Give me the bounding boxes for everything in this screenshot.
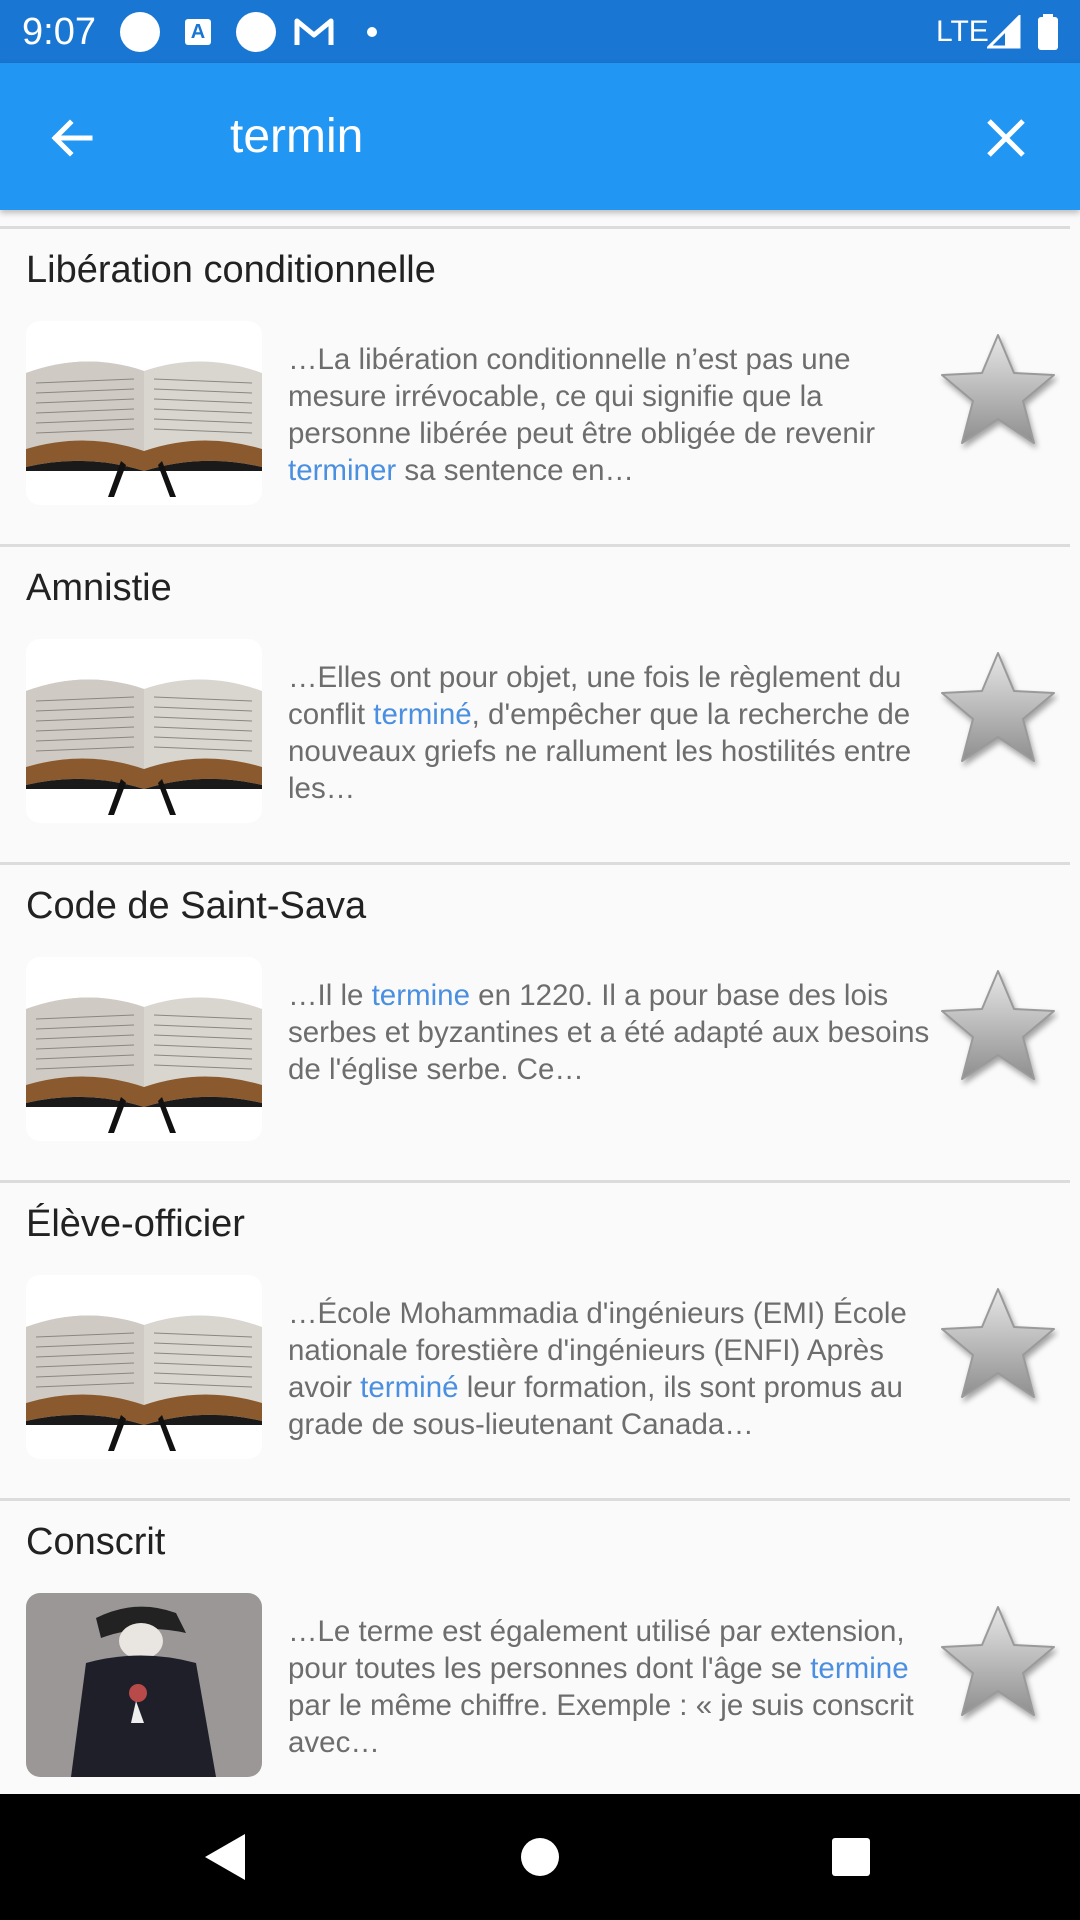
item-title: Élève-officier [26, 1203, 245, 1245]
nav-home-button[interactable] [507, 1824, 573, 1890]
dot-icon [366, 12, 378, 52]
clear-search-button[interactable] [974, 106, 1038, 170]
item-snippet: …Il le termine en 1220. Il a pour base d… [288, 979, 930, 1086]
highlight-term: terminé [360, 1371, 459, 1404]
network-type: LTE [936, 15, 989, 48]
highlight-term: terminé [373, 698, 472, 731]
nav-back-button[interactable] [192, 1824, 258, 1890]
battery-icon [1036, 12, 1060, 52]
favorite-star-icon[interactable] [936, 1283, 1060, 1407]
item-snippet: …École Mohammadia d'ingénieurs (EMI) Éco… [288, 1297, 907, 1441]
search-input[interactable]: termin [230, 107, 363, 167]
item-title: Conscrit [26, 1521, 166, 1563]
nav-recents-button[interactable] [818, 1824, 884, 1890]
a-notification-icon: A [182, 12, 214, 52]
person-thumbnail [26, 1593, 262, 1777]
back-triangle-icon [205, 1834, 245, 1880]
item-title: Code de Saint-Sava [26, 885, 367, 927]
highlight-term: termine [371, 979, 470, 1012]
status-bar: 9:07 A LTE [0, 0, 1080, 63]
system-nav-bar [0, 1794, 1080, 1920]
recents-square-icon [832, 1838, 870, 1876]
book-thumbnail [26, 639, 262, 823]
close-icon [987, 119, 1025, 157]
arrow-left-icon [51, 119, 93, 157]
list-item[interactable]: Conscrit …Le terme est également utilisé… [0, 1498, 1070, 1816]
item-title: Amnistie [26, 567, 172, 609]
favorite-star-icon[interactable] [936, 1601, 1060, 1725]
results-list: Libération conditionnelle …La libération… [0, 210, 1070, 1816]
item-snippet: …Elles ont pour objet, une fois le règle… [288, 661, 912, 805]
list-item[interactable]: Amnistie …Elles ont pour objet, une fois… [0, 544, 1070, 862]
item-snippet: …La libération conditionnelle n’est pas … [288, 343, 876, 487]
status-time: 9:07 [22, 11, 96, 53]
highlight-term: termine [810, 1652, 909, 1685]
notification-circle-icon [236, 12, 276, 52]
book-thumbnail [26, 321, 262, 505]
book-thumbnail [26, 1275, 262, 1459]
list-item[interactable]: Libération conditionnelle …La libération… [0, 226, 1070, 544]
home-circle-icon [521, 1838, 559, 1876]
notification-circle-icon [120, 12, 160, 52]
item-title: Libération conditionnelle [26, 249, 436, 291]
item-snippet: …Le terme est également utilisé par exte… [288, 1615, 914, 1759]
list-item[interactable]: Code de Saint-Sava …Il le termine en 122… [0, 862, 1070, 1180]
highlight-term: terminer [288, 454, 397, 487]
signal-icon [986, 12, 1022, 52]
favorite-star-icon[interactable] [936, 647, 1060, 771]
favorite-star-icon[interactable] [936, 965, 1060, 1089]
favorite-star-icon[interactable] [936, 329, 1060, 453]
app-bar: termin [0, 63, 1080, 210]
back-button[interactable] [40, 106, 104, 170]
book-thumbnail [26, 957, 262, 1141]
list-item[interactable]: Élève-officier …École Mohammadia d'ingén… [0, 1180, 1070, 1498]
gmail-icon [292, 12, 336, 52]
